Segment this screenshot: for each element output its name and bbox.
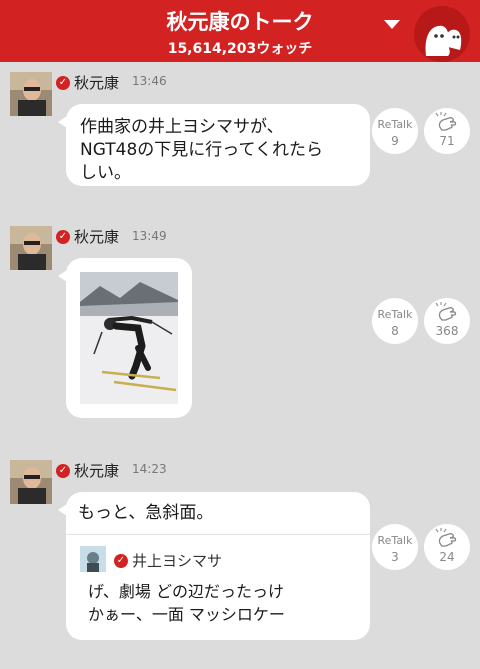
caret-down-icon[interactable] bbox=[384, 20, 400, 29]
timestamp: 14:23 bbox=[132, 462, 167, 476]
quote-avatar[interactable] bbox=[80, 546, 106, 572]
retalk-button[interactable]: ReTalk 8 bbox=[372, 298, 418, 344]
message-bubble[interactable]: もっと、急斜面。 ✓ 井上ヨシマサ げ、劇場 どの辺だったっけ かぁー、一面 マ… bbox=[58, 492, 370, 640]
clap-hand-icon bbox=[435, 112, 457, 131]
avatar[interactable] bbox=[10, 460, 52, 504]
clap-button[interactable]: 71 bbox=[424, 108, 470, 154]
verified-check-icon: ✓ bbox=[56, 75, 70, 90]
timestamp: 13:46 bbox=[132, 74, 167, 88]
quote-sender: ✓ 井上ヨシマサ bbox=[114, 550, 222, 571]
sender-name: ✓ 秋元康 bbox=[56, 460, 119, 481]
watch-count: 15,614,203ウォッチ bbox=[167, 41, 313, 57]
clap-button[interactable]: 24 bbox=[424, 524, 470, 570]
message-bubble[interactable]: 作曲家の井上ヨシマサが、 NGT48の下見に行ってくれたら しい。 bbox=[58, 104, 370, 186]
header: 秋元康のトーク 15,614,203ウォッチ bbox=[0, 0, 480, 62]
avatar[interactable] bbox=[10, 226, 52, 270]
avatar[interactable] bbox=[10, 72, 52, 116]
verified-check-icon: ✓ bbox=[56, 463, 70, 478]
message-bubble[interactable] bbox=[58, 258, 192, 418]
message-text: もっと、急斜面。 bbox=[78, 503, 214, 523]
verified-check-icon: ✓ bbox=[114, 553, 128, 568]
verified-check-icon: ✓ bbox=[56, 229, 70, 244]
quoted-text: げ、劇場 どの辺だったっけ かぁー、一面 マッシロケー bbox=[88, 582, 285, 624]
clap-hand-icon bbox=[435, 302, 457, 321]
quote-divider bbox=[66, 534, 370, 535]
ghost-mascot-icon[interactable] bbox=[414, 6, 470, 62]
ski-photo[interactable] bbox=[80, 272, 178, 404]
timestamp: 13:49 bbox=[132, 229, 167, 243]
clap-hand-icon bbox=[435, 528, 457, 547]
clap-button[interactable]: 368 bbox=[424, 298, 470, 344]
sender-name: ✓ 秋元康 bbox=[56, 72, 119, 93]
retalk-button[interactable]: ReTalk 3 bbox=[372, 524, 418, 570]
retalk-button[interactable]: ReTalk 9 bbox=[372, 108, 418, 154]
page-title: 秋元康のトーク bbox=[166, 10, 314, 34]
message-text: 作曲家の井上ヨシマサが、 NGT48の下見に行ってくれたら しい。 bbox=[80, 117, 323, 183]
sender-name: ✓ 秋元康 bbox=[56, 226, 119, 247]
